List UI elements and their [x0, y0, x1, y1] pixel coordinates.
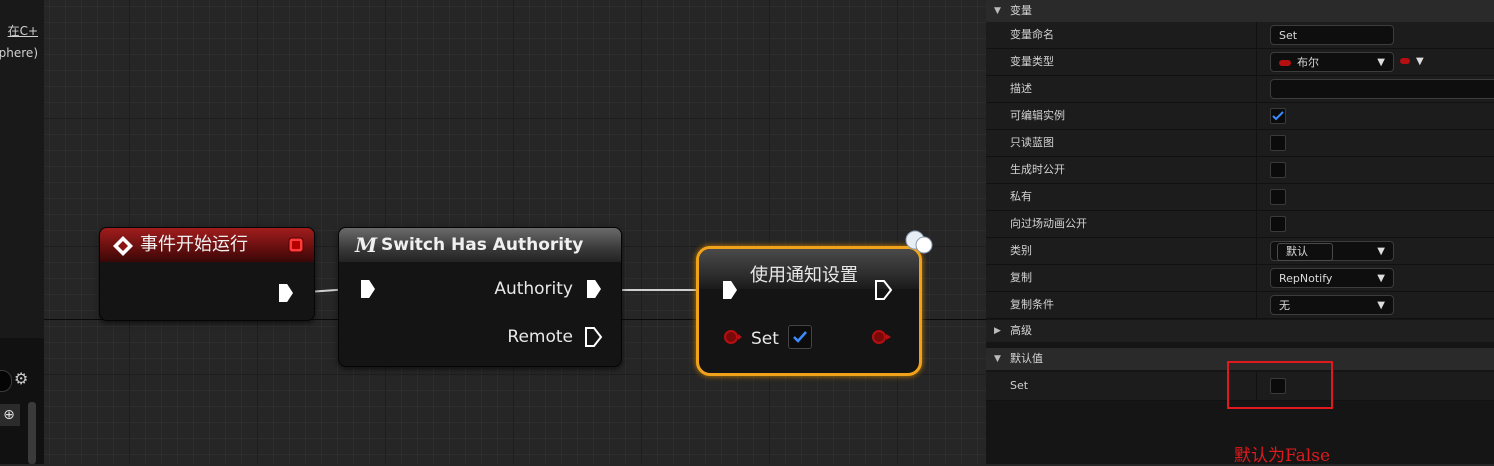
row-private: 私有	[986, 184, 1494, 211]
search-input[interactable]	[0, 370, 12, 392]
node-begin-play-title: 事件开始运行	[140, 234, 248, 255]
replication-dropdown[interactable]: RepNotify ▼	[1270, 268, 1394, 288]
category-combobox[interactable]: 默认 ▼	[1270, 241, 1394, 261]
section-variable[interactable]: ▼ 变量	[986, 0, 1494, 22]
row-variable-type: 变量类型 布尔 ▼ ▼	[986, 49, 1494, 76]
chevron-down-icon: ▼	[1377, 246, 1385, 257]
variable-name-input[interactable]: Set	[1270, 25, 1394, 45]
node-set-with-notify[interactable]: 使用通知设置 Set	[696, 246, 922, 376]
bool-out-pin[interactable]	[871, 329, 893, 345]
label-instance-editable: 可编辑实例	[1010, 109, 1065, 122]
chevron-down-icon: ▼	[1377, 57, 1385, 68]
collapse-arrow-icon: ▼	[994, 354, 1001, 364]
expose-to-cinematics-checkbox[interactable]	[1270, 216, 1286, 232]
label-default-set: Set	[1010, 379, 1029, 392]
node-switch-has-authority[interactable]: M Switch Has Authority Authority Remote	[338, 227, 622, 367]
expose-on-spawn-checkbox[interactable]	[1270, 162, 1286, 178]
row-replication: 复制 RepNotify ▼	[986, 265, 1494, 292]
add-icon[interactable]: ⊕	[0, 404, 20, 426]
annotation-text: 默认为False	[1234, 446, 1330, 466]
event-diamond-icon	[113, 236, 133, 256]
label-private: 私有	[1010, 190, 1032, 203]
label-expose-on-spawn: 生成时公开	[1010, 163, 1065, 176]
row-expose-to-cinematics: 向过场动画公开	[986, 211, 1494, 238]
left-bottom-panel: ⚙ ⊕	[0, 338, 44, 464]
row-blueprint-read-only: 只读蓝图	[986, 130, 1494, 157]
node-begin-play-header: 事件开始运行	[100, 228, 314, 262]
pin-remote-label: Remote	[507, 327, 573, 347]
left-panel: 在C+ phere) ⚙ ⊕	[0, 0, 44, 464]
left-panel-text-cpp[interactable]: 在C+	[8, 22, 38, 39]
section-variable-title: 变量	[1010, 4, 1032, 17]
exec-out-remote-pin[interactable]	[585, 327, 603, 347]
left-panel-text-sphere: phere)	[0, 46, 38, 60]
set-checkbox[interactable]	[788, 325, 812, 349]
replication-condition-dropdown[interactable]: 无 ▼	[1270, 295, 1394, 315]
single-container-icon	[1400, 58, 1410, 64]
exec-out-pin[interactable]	[875, 280, 893, 300]
row-expose-on-spawn: 生成时公开	[986, 157, 1494, 184]
replication-condition-value: 无	[1279, 299, 1290, 312]
bool-in-pin[interactable]	[723, 329, 743, 345]
row-variable-name: 变量命名 Set	[986, 22, 1494, 49]
checkmark-icon	[1272, 111, 1284, 121]
row-replication-condition: 复制条件 无 ▼	[986, 292, 1494, 319]
pin-authority-label: Authority	[494, 279, 573, 299]
private-checkbox[interactable]	[1270, 189, 1286, 205]
network-replication-icon	[905, 230, 933, 254]
macro-icon: M	[355, 233, 378, 257]
section-advanced[interactable]: ▶ 高级	[986, 320, 1494, 342]
label-category: 类别	[1010, 244, 1032, 257]
expand-arrow-icon: ▶	[994, 326, 1001, 336]
label-replication-condition: 复制条件	[1010, 298, 1054, 311]
replication-value: RepNotify	[1279, 272, 1333, 285]
label-variable-name: 变量命名	[1010, 28, 1054, 41]
node-begin-play[interactable]: 事件开始运行	[99, 227, 315, 321]
pin-set-label: Set	[751, 329, 779, 349]
exec-out-authority-pin[interactable]	[587, 280, 601, 298]
blueprint-read-only-checkbox[interactable]	[1270, 135, 1286, 151]
row-category: 类别 默认 ▼	[986, 238, 1494, 265]
row-instance-editable: 可编辑实例	[986, 103, 1494, 130]
variable-type-value: 布尔	[1297, 56, 1319, 69]
chevron-down-icon: ▼	[1377, 273, 1385, 284]
node-set-title: 使用通知设置	[750, 265, 858, 286]
row-description: 描述	[986, 76, 1494, 103]
checkmark-icon	[793, 331, 807, 343]
exec-out-pin[interactable]	[279, 284, 293, 302]
blueprint-graph[interactable]: 事件开始运行 M Switch Has Authority Authority …	[44, 0, 986, 464]
label-expose-to-cinematics: 向过场动画公开	[1010, 217, 1087, 230]
scrollbar[interactable]	[28, 402, 36, 464]
container-type-dropdown[interactable]: ▼	[1400, 52, 1434, 72]
annotation-highlight-box	[1227, 361, 1333, 409]
collapse-arrow-icon: ▼	[994, 6, 1001, 16]
variable-type-dropdown[interactable]: 布尔 ▼	[1270, 52, 1394, 72]
instance-editable-checkbox[interactable]	[1270, 108, 1286, 124]
node-switch-title: Switch Has Authority	[381, 235, 584, 255]
gear-icon[interactable]: ⚙	[14, 369, 28, 388]
exec-in-pin[interactable]	[361, 280, 375, 298]
label-variable-type: 变量类型	[1010, 55, 1054, 68]
label-description: 描述	[1010, 82, 1032, 95]
category-value[interactable]: 默认	[1277, 243, 1333, 261]
node-switch-header: M Switch Has Authority	[339, 228, 621, 262]
label-replication: 复制	[1010, 271, 1032, 284]
bool-type-icon	[1279, 60, 1291, 66]
stop-icon	[288, 237, 304, 253]
label-blueprint-read-only: 只读蓝图	[1010, 136, 1054, 149]
chevron-down-icon: ▼	[1377, 300, 1385, 311]
description-input[interactable]	[1270, 79, 1494, 99]
section-advanced-title: 高级	[1010, 324, 1032, 337]
section-default-value-title: 默认值	[1010, 352, 1043, 365]
